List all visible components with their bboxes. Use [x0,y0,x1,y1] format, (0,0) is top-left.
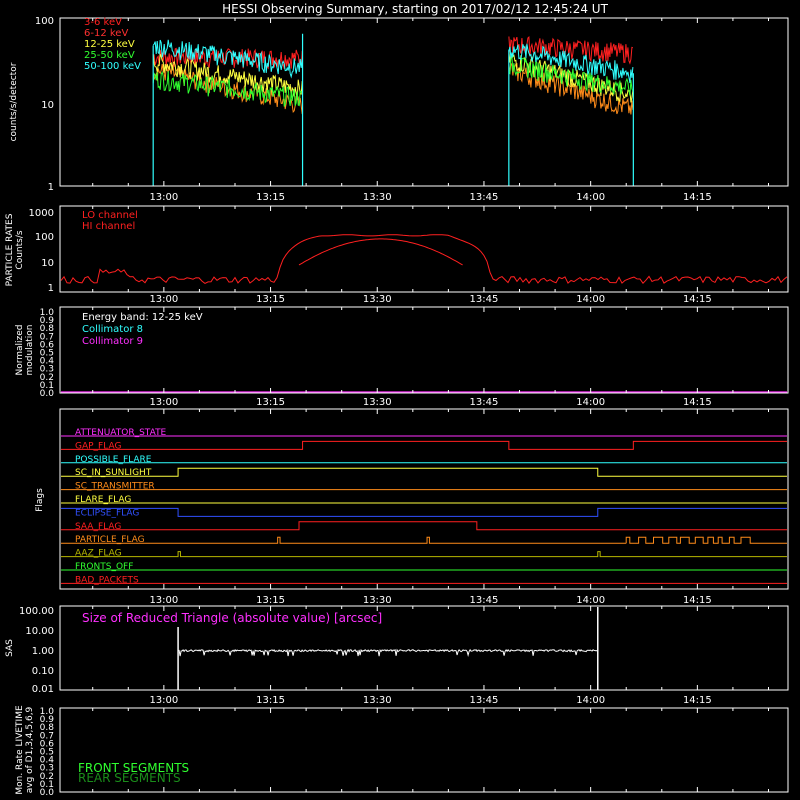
particle-ytick-1000: 1000 [29,208,54,219]
time-tick-label: 14:00 [576,695,605,706]
modulation-ylabel-2: modulation [25,325,35,376]
time-tick-label: 14:15 [683,695,712,706]
modulation-ylabel-1: Normalized [15,324,25,375]
time-tick-label: 14:00 [576,595,605,606]
time-tick-label: 13:15 [256,294,285,305]
time-tick-label: 14:15 [683,595,712,606]
time-tick-label: 13:30 [363,397,392,408]
time-tick-label: 13:15 [256,192,285,203]
legend-collimator-9: Collimator 9 [82,336,143,347]
time-tick-label: 13:45 [470,192,499,203]
time-tick-label: 13:00 [149,695,178,706]
sas-ytick-1: 1.00 [32,646,54,657]
modulation-energy-band: Energy band: 12-25 keV [82,312,203,323]
time-tick-label: 13:15 [256,595,285,606]
particle-ytick-100: 100 [35,232,54,243]
counts-ytick-10: 10 [41,100,54,111]
time-tick-label: 13:00 [149,294,178,305]
time-tick-label: 14:00 [576,192,605,203]
time-tick-label: 13:45 [470,397,499,408]
counts-ylabel: counts/s/detector [9,62,19,141]
modulation-ytick: 1.0 [40,308,55,318]
figure-title: HESSI Observing Summary, starting on 201… [222,2,608,16]
time-tick-label: 13:00 [149,595,178,606]
legend-collimator-8: Collimator 8 [82,324,143,335]
sas-ytick-0-1: 0.10 [32,666,54,677]
time-tick-label: 13:30 [363,695,392,706]
legend-6-12-kev: 6-12 keV [84,28,128,39]
legend-hi-channel: HI channel [82,221,135,232]
particle-ylabel-2: Counts/s [15,230,25,269]
sas-ytick-100: 100.00 [19,606,54,617]
particle-ytick-1: 1 [48,283,54,294]
livetime-ytick: 1.0 [40,707,55,717]
livetime-ylabel-2: avg of D1,3,4,5,6,9 [25,706,35,793]
time-tick-label: 13:45 [470,695,499,706]
time-tick-label: 14:15 [683,397,712,408]
time-tick-label: 13:30 [363,595,392,606]
time-tick-label: 14:00 [576,294,605,305]
time-tick-label: 13:00 [149,192,178,203]
legend-25-50-kev: 25-50 keV [84,50,135,61]
particle-ytick-10: 10 [41,258,54,269]
flags-ylabel: Flags [35,488,45,512]
flag-label-eclipse_flag: ECLIPSE_FLAG [75,508,139,518]
sas-ylabel: SAS [5,639,15,657]
modulation-yticks: 0.00.10.20.30.40.50.60.70.80.91.0 [40,308,55,399]
time-tick-label: 14:15 [683,192,712,203]
summary-figure: HESSI Observing Summary, starting on 201… [0,0,800,800]
legend-lo-channel: LO channel [82,210,138,221]
legend-3-6-kev: 3-6 keV [84,17,122,28]
time-tick-label: 13:45 [470,595,499,606]
time-tick-label: 13:00 [149,397,178,408]
time-tick-label: 13:15 [256,695,285,706]
sas-annotation: Size of Reduced Triangle (absolute value… [82,611,382,625]
time-tick-label: 14:00 [576,397,605,408]
legend-rear-segments: REAR SEGMENTS [78,771,181,785]
counts-ytick-100: 100 [35,16,54,27]
legend-12-25-kev: 12-25 keV [84,39,135,50]
livetime-yticks: 0.00.10.20.30.40.50.60.70.80.91.0 [40,707,55,798]
time-tick-label: 14:15 [683,294,712,305]
counts-ytick-1: 1 [48,182,54,193]
time-tick-label: 13:15 [256,397,285,408]
time-tick-label: 13:45 [470,294,499,305]
time-tick-label: 13:30 [363,294,392,305]
legend-50-100-kev: 50-100 keV [84,61,141,72]
particle-ylabel-1: PARTICLE RATES [5,213,15,286]
sas-ytick-10: 10.00 [25,626,54,637]
time-tick-label: 13:30 [363,192,392,203]
livetime-ylabel-1: Mon. Rate LIVETIME [15,705,25,795]
sas-ytick-0-01: 0.01 [32,684,54,695]
